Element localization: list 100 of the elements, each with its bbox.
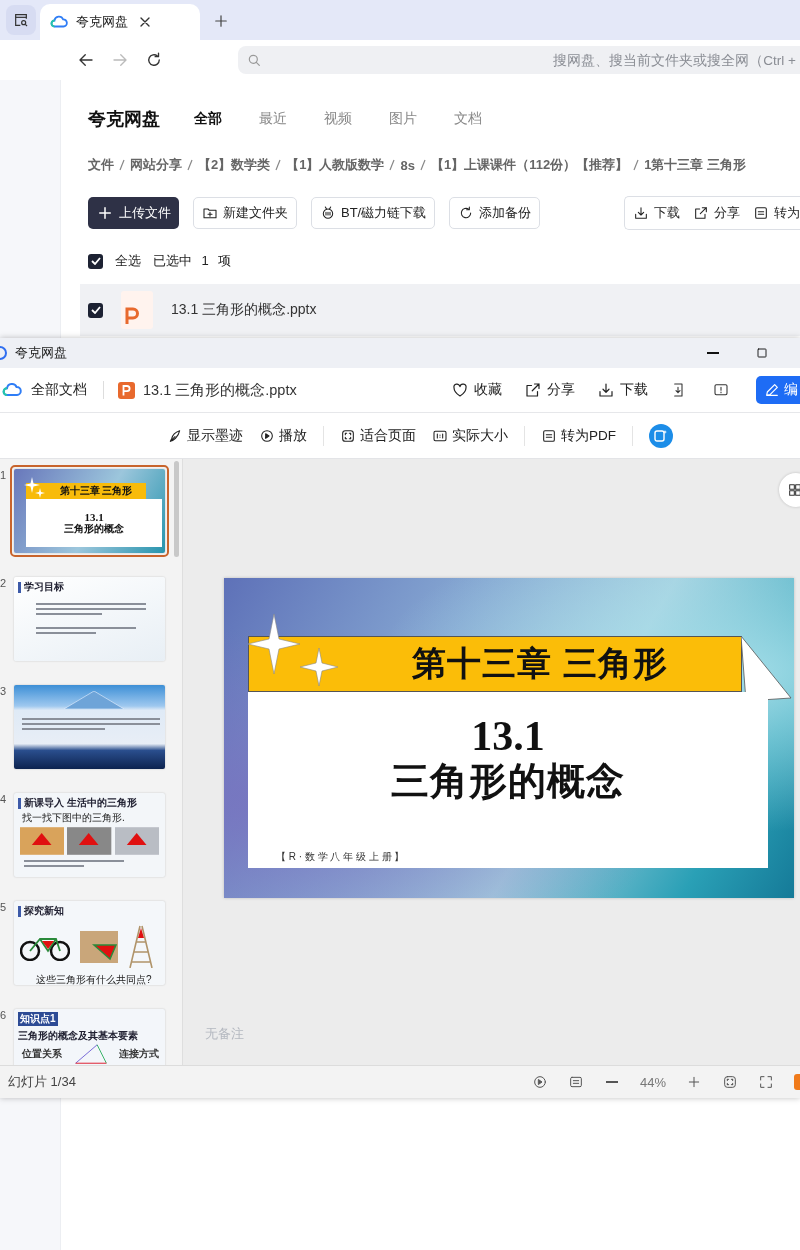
document-icon [541,427,557,444]
thumbnail-text: 找一找下图中的三角形. [21,812,126,824]
slide-number: 2 [0,576,8,589]
edit-button[interactable]: 编 [756,376,800,404]
feather-icon [167,427,183,444]
thumbnail-text: 连接方式 [119,1047,159,1061]
toolbar-button[interactable]: 转为PDF [541,426,616,445]
knowledge-badge: 知识点1 [18,1012,58,1026]
upload-button[interactable]: 上传文件 [88,196,179,229]
category-tab[interactable]: 视频 [324,110,352,128]
photo-placeholder [20,827,65,855]
play-icon [259,427,275,444]
category-tab[interactable]: 最近 [259,110,287,128]
toolbar-button[interactable]: 新建文件夹 [193,196,297,229]
section-number: 13.1 [471,714,545,758]
grid-icon [787,482,800,498]
select-all-label[interactable]: 全选 [115,252,141,270]
download-icon [633,204,650,221]
breadcrumb-link[interactable]: 1第十三章 三角形 [644,156,746,174]
checkbox[interactable] [88,302,103,318]
slide-number: 5 [0,900,8,913]
breadcrumb-link[interactable]: 8s [400,157,415,173]
photo-placeholder [67,827,112,855]
share-icon [693,204,710,221]
drive-title: 夸克网盘 [88,108,160,131]
tab-search-button[interactable] [6,5,36,35]
thumbnail-text: 位置关系 [22,1047,62,1061]
notes-button[interactable] [567,1074,584,1090]
header-action-button[interactable]: 收藏 [451,381,502,399]
thumbnail-heading: 新课导入 生活中的三角形 [24,796,137,810]
maximize-icon [754,345,770,361]
thumbnail-frame[interactable]: 新课导入 生活中的三角形 找一找下图中的三角形. [10,789,169,881]
thumbnail-frame[interactable]: 探究新知 这些三角形有什么共同点? [10,897,169,989]
breadcrumb-link[interactable]: 【2】数学类 [198,156,271,174]
chapter-title: 第十三章 三角形 [412,643,668,684]
slide-title: 三角形的概念 [391,759,625,804]
category-tab[interactable]: 文档 [454,110,482,128]
fit-button[interactable] [722,1074,738,1090]
selection-action-button[interactable]: 转为 [753,203,800,222]
thumbnail-heading: 学习目标 [24,580,64,594]
thumbnail-title: 第十三章 三角形 [59,484,133,498]
new-tab-button[interactable] [212,12,230,30]
thumbnail-frame[interactable]: 学习目标 [10,573,169,665]
slash-icon [274,159,283,171]
breadcrumb-link[interactable]: 【1】人教版数学 [286,156,385,174]
selection-action-button[interactable]: 下载 [633,203,681,222]
thumbnail-frame[interactable]: 第十三章 三角形 13.1 三角形的概念 [10,465,169,557]
thumbnail-heading: 三角形的概念及其基本要素 [18,1029,138,1043]
slide-number: 4 [0,792,8,805]
thumbnail-text: 这些三角形有什么共同点? [35,973,153,985]
fit-page-icon [722,1074,738,1090]
list-icon [567,1074,584,1090]
slide-counter: 幻灯片 1/34 [8,1073,76,1091]
toolbar-button[interactable]: 显示墨迹 [167,426,243,445]
window-search-icon [13,12,29,28]
header-action-button[interactable]: 下载 [597,381,648,399]
document-icon [753,204,770,221]
breadcrumb-link[interactable]: 文件 [88,156,114,174]
category-tab[interactable]: 全部 [194,110,222,128]
thumbnail-frame[interactable]: 知识点1 三角形的概念及其基本要素 位置关系 连接方式 [10,1005,169,1065]
breadcrumb-link[interactable]: 网站分享 [130,156,182,174]
thumbnail-subtitle: 三角形的概念 [64,523,124,535]
header-action-button[interactable]: 分享 [524,381,575,399]
pen-icon [764,382,780,398]
slash-icon [186,159,194,171]
toolbar-button[interactable]: 播放 [259,426,307,445]
zoom-level: 44% [639,1074,666,1090]
file-name: 13.1 三角形的概念.pptx [143,380,297,400]
slash-icon [632,159,641,171]
slide-number: 1 [0,468,8,481]
feedback-button[interactable] [713,382,729,398]
toolbar-button[interactable]: BT/磁力链下载 [311,196,436,229]
toolbar-button[interactable]: 实际大小 [432,426,508,445]
checkbox[interactable] [88,253,103,269]
share-icon [524,381,542,399]
browser-tab[interactable]: 夸克网盘 [40,4,200,40]
selection-action-button[interactable]: 分享 [693,203,741,222]
slideshow-button[interactable] [531,1074,548,1090]
search-field[interactable]: 搜网盘、搜当前文件夹或搜全网（Ctrl + [238,46,800,74]
category-tab[interactable]: 图片 [389,110,417,128]
feedback-icon [713,382,729,398]
breadcrumb-link[interactable]: 【1】上课课件（112份）【推荐】 [430,156,629,174]
file-name[interactable]: 13.1 三角形的概念.pptx [171,301,317,319]
fullscreen-button[interactable] [758,1074,774,1090]
thumbnail-heading: 探究新知 [24,904,64,918]
maximize-button[interactable] [754,345,770,361]
toolbar-button[interactable]: 添加备份 [449,196,541,229]
forward-arrow-icon [111,51,129,69]
all-documents-link[interactable]: 全部文档 [2,380,87,400]
magnet-icon [320,204,336,221]
scrollbar-thumb[interactable] [174,461,179,557]
slash-icon [418,159,427,171]
checkmark-icon [90,306,101,314]
minimize-icon [707,352,719,354]
search-icon [246,52,262,68]
back-arrow-icon [77,51,95,69]
sparkle-icon [654,428,668,443]
reload-icon [145,51,163,69]
toolbar-button[interactable]: 适合页面 [340,426,416,445]
ai-assistant-button[interactable] [649,423,673,448]
